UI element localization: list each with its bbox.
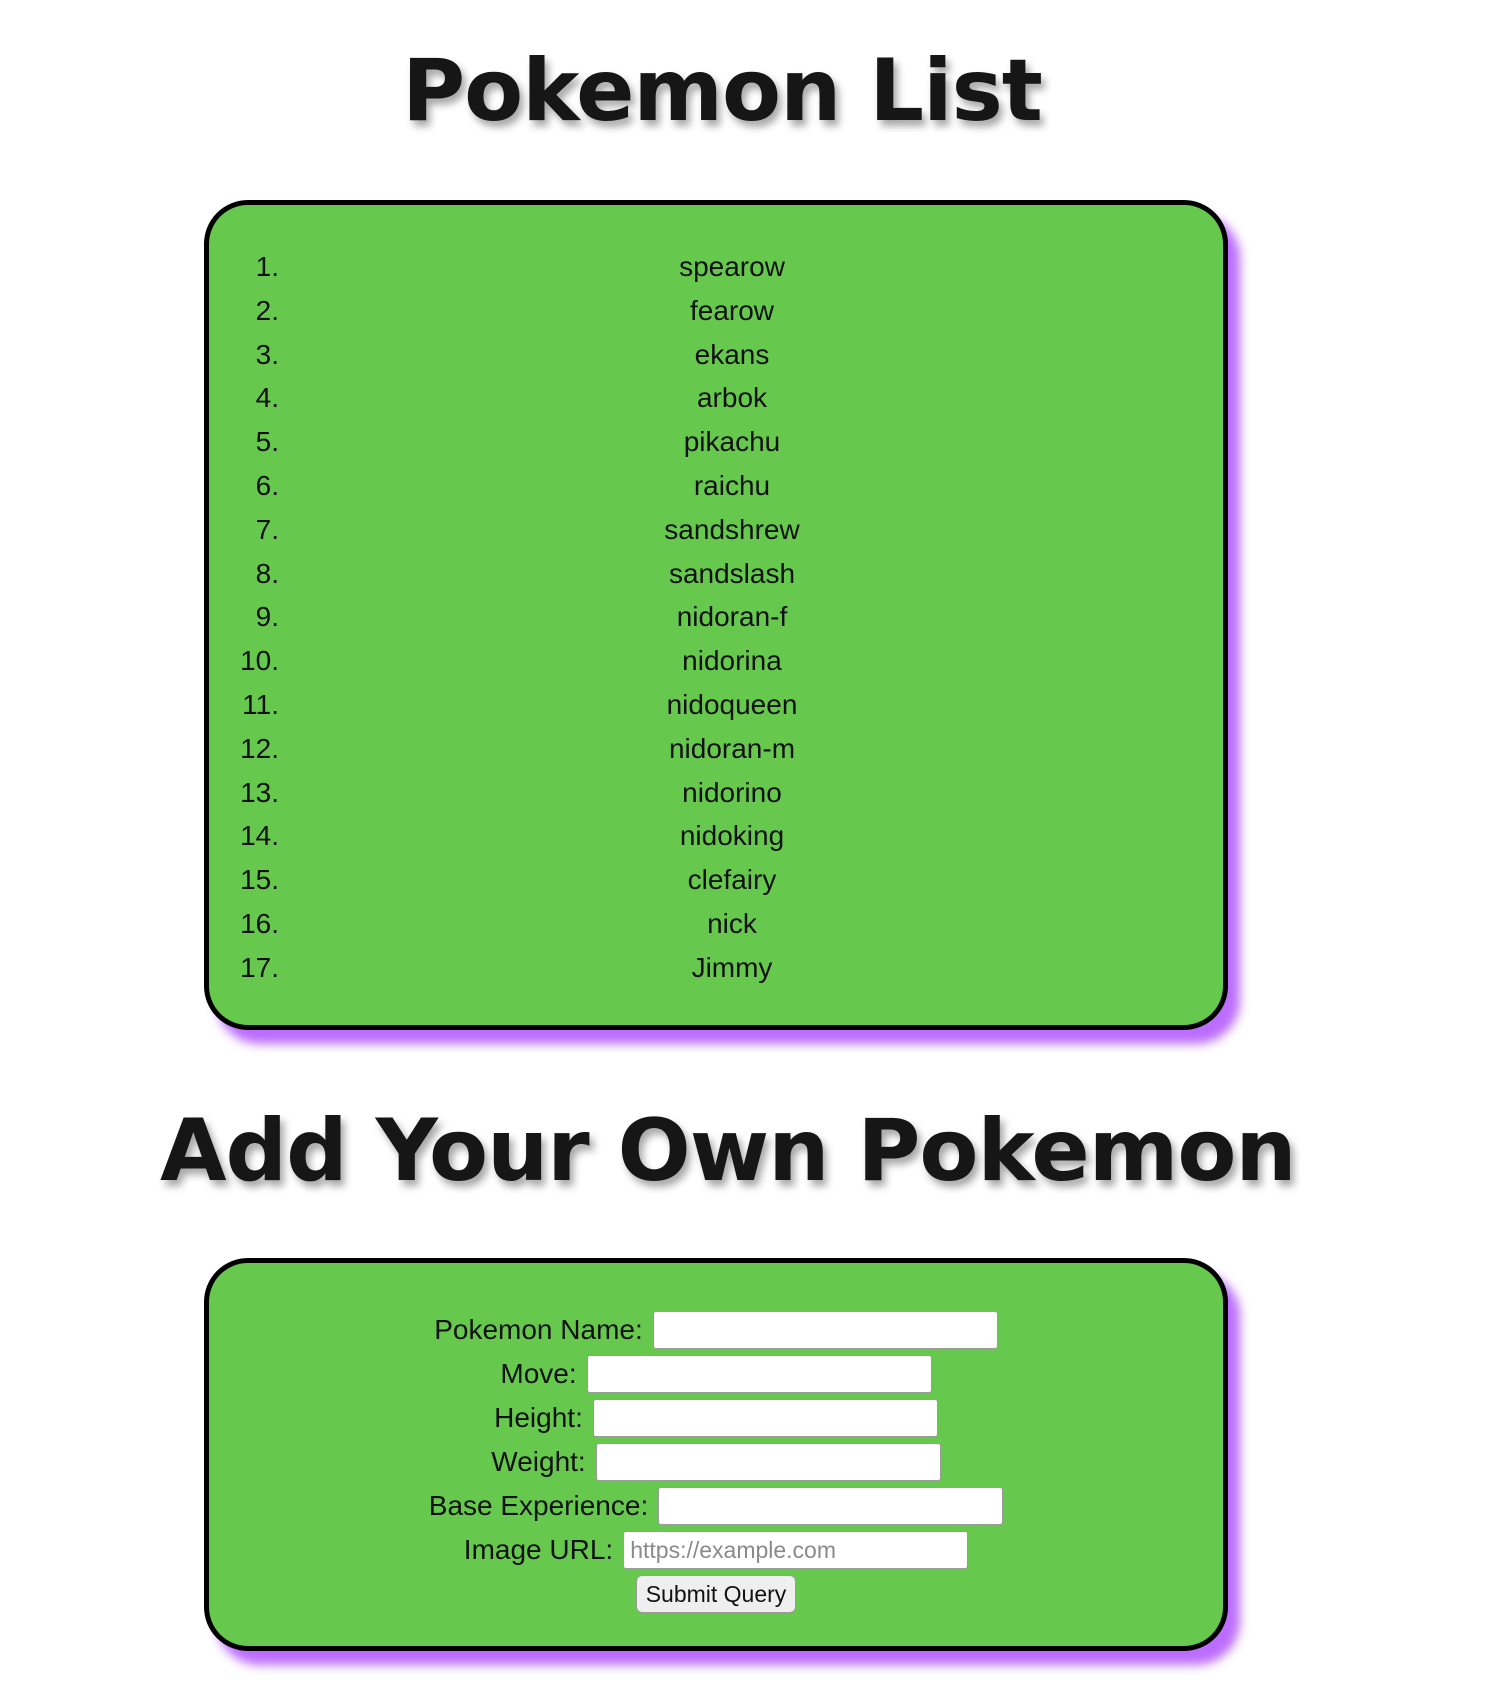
base-experience-input[interactable] bbox=[658, 1487, 1004, 1525]
move-label: Move: bbox=[500, 1358, 577, 1389]
list-item-name: spearow bbox=[679, 251, 785, 282]
pokemon-list-card: 1. spearow 2. fearow 3. ekans 4. arbok 5. pik… bbox=[204, 200, 1228, 1030]
pokemon-name-input[interactable] bbox=[652, 1311, 998, 1349]
list-item: 2. fearow bbox=[209, 289, 1223, 333]
pokemon-list: 1. spearow 2. fearow 3. ekans 4. arbok 5. pik… bbox=[209, 245, 1223, 990]
list-item-name: nidoqueen bbox=[666, 688, 798, 720]
list-item-name: Jimmy bbox=[691, 951, 773, 983]
image-url-label: Image URL: bbox=[463, 1534, 614, 1565]
height-label: Height: bbox=[494, 1402, 583, 1433]
list-item-name: pikachu bbox=[683, 426, 781, 458]
list-item: 13. nidorino bbox=[209, 771, 1223, 815]
list-item: 5. pikachu bbox=[209, 420, 1223, 464]
pokemon-list-title: Pokemon List bbox=[402, 41, 1043, 141]
list-item: 16. nick bbox=[209, 902, 1223, 946]
submit-button[interactable]: Submit Query bbox=[635, 1575, 797, 1613]
list-item: 1. spearow bbox=[209, 245, 1223, 289]
list-item-name: fearow bbox=[689, 294, 775, 326]
form-row-height: Height: bbox=[209, 1396, 1223, 1440]
form-row-base-experience: Base Experience: bbox=[209, 1484, 1223, 1528]
list-item-name: nidoran-m bbox=[668, 732, 796, 764]
list-item: 8. sandslash bbox=[209, 552, 1223, 596]
base-experience-label: Base Experience: bbox=[428, 1490, 649, 1521]
image-url-input[interactable] bbox=[623, 1531, 969, 1569]
list-item-name: clefairy bbox=[687, 864, 777, 896]
list-item: 3. ekans bbox=[209, 333, 1223, 377]
list-item: 9. nidoran-f bbox=[209, 595, 1223, 639]
list-item-name: nick bbox=[707, 907, 757, 939]
list-item: 10. nidorina bbox=[209, 639, 1223, 683]
list-item: 7. sandshrew bbox=[209, 508, 1223, 552]
list-item-name: nidorina bbox=[682, 645, 782, 677]
list-item-name: nidorino bbox=[682, 776, 782, 808]
list-item-name: sandshrew bbox=[664, 513, 800, 545]
pokemon-name-label: Pokemon Name: bbox=[434, 1314, 643, 1345]
list-item-name: nidoking bbox=[679, 820, 785, 852]
move-input[interactable] bbox=[586, 1355, 932, 1393]
form-row-move: Move: bbox=[209, 1352, 1223, 1396]
form-row-weight: Weight: bbox=[209, 1440, 1223, 1484]
form-row-submit: Submit Query bbox=[209, 1572, 1223, 1616]
list-item: 6. raichu bbox=[209, 464, 1223, 508]
weight-label: Weight: bbox=[491, 1446, 586, 1477]
list-item: 17. Jimmy bbox=[209, 946, 1223, 990]
list-item-name: ekans bbox=[694, 338, 770, 370]
list-item: 14. nidoking bbox=[209, 814, 1223, 858]
list-item: 4. arbok bbox=[209, 376, 1223, 420]
add-pokemon-title: Add Your Own Pokemon bbox=[160, 1101, 1297, 1201]
list-item: 11. nidoqueen bbox=[209, 683, 1223, 727]
list-item: 15. clefairy bbox=[209, 858, 1223, 902]
add-pokemon-card: Pokemon Name: Move: Height: Weight: Base… bbox=[204, 1258, 1228, 1651]
list-item-name: raichu bbox=[693, 469, 771, 501]
weight-input[interactable] bbox=[595, 1443, 941, 1481]
form-row-image-url: Image URL: bbox=[209, 1528, 1223, 1572]
add-pokemon-form: Pokemon Name: Move: Height: Weight: Base… bbox=[209, 1308, 1223, 1616]
list-item-name: nidoran-f bbox=[676, 601, 788, 633]
form-row-name: Pokemon Name: bbox=[209, 1308, 1223, 1352]
list-item-name: sandslash bbox=[668, 557, 796, 589]
height-input[interactable] bbox=[592, 1399, 938, 1437]
page: Pokemon List 1. spearow 2. fearow 3. ekans … bbox=[0, 0, 1510, 1702]
list-item-name: arbok bbox=[696, 382, 768, 414]
list-item: 12. nidoran-m bbox=[209, 727, 1223, 771]
